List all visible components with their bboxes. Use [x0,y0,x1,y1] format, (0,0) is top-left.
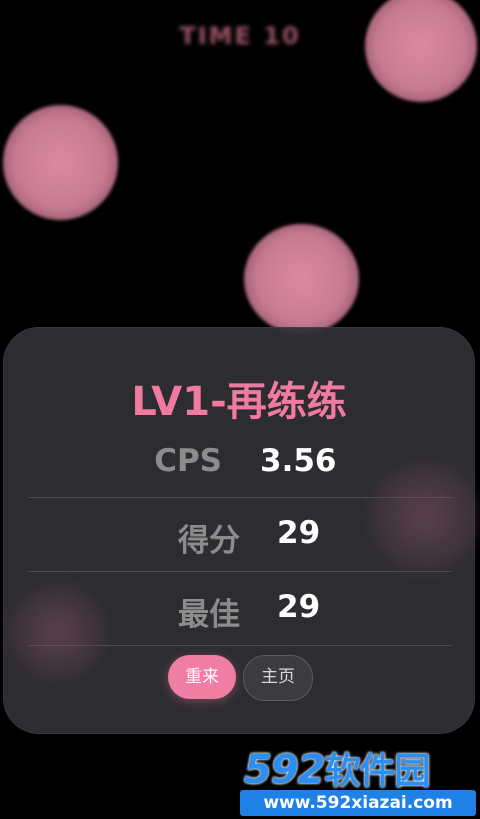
home-button[interactable]: 主页 [243,655,313,701]
bubble-target [370,462,480,572]
watermark-logo: 592软件园 www.592xiazai.com [236,742,480,819]
bubble-target[interactable] [3,105,118,220]
bubble-target [10,585,105,680]
watermark-brand-number: 592 [244,747,325,793]
watermark-brand: 592软件园 [244,742,431,793]
watermark-brand-text: 软件园 [324,751,431,792]
watermark-url: www.592xiazai.com [240,790,476,816]
stat-value: 29 [277,515,321,551]
divider [28,571,452,572]
stat-value: 3.56 [260,443,337,479]
game-screen: TIME 10 LV1-再练练 CPS 3.56 得分 29 最佳 29 重来 … [0,0,480,819]
retry-button[interactable]: 重来 [168,655,236,699]
bubble-target[interactable] [244,224,359,334]
stat-value: 29 [277,589,321,625]
stat-label: 最佳 [178,597,240,633]
bubble-target[interactable] [365,0,477,102]
stat-label: CPS [154,443,222,479]
stat-label: 得分 [178,523,240,559]
result-title: LV1-再练练 [131,379,347,425]
